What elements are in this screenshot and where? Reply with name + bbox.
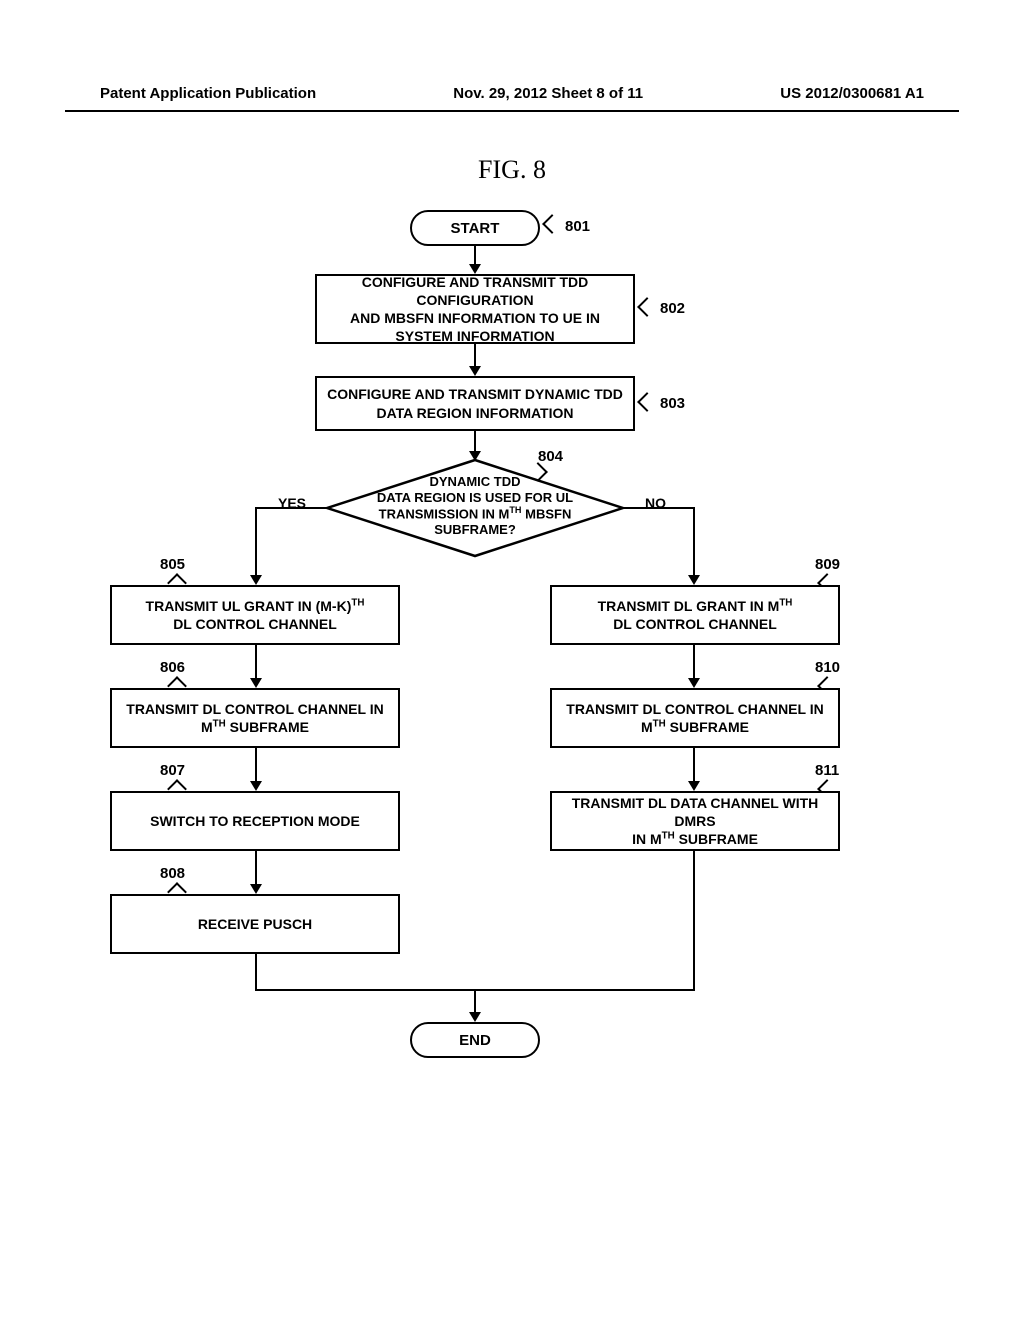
arrow-line [620,507,695,509]
header-separator [65,110,959,112]
ref-810: 810 [815,659,840,676]
arrow-line [255,645,257,680]
step-802: CONFIGURE AND TRANSMIT TDD CONFIGURATION… [315,274,635,344]
header-left: Patent Application Publication [100,85,316,102]
step-806: TRANSMIT DL CONTROL CHANNEL IN MTH SUBFR… [110,688,400,748]
step-802-line3: SYSTEM INFORMATION [395,328,554,344]
ref-803: 803 [660,395,685,412]
arrow-line [693,645,695,680]
arrow-head [250,575,262,585]
step-803-line1: CONFIGURE AND TRANSMIT DYNAMIC TDD [327,386,623,402]
arrow-line [255,954,257,989]
ref-tick-802 [637,297,657,317]
arrow-line [474,246,476,266]
step-808: RECEIVE PUSCH [110,894,400,954]
flowchart-diagram: START 801 CONFIGURE AND TRANSMIT TDD CON… [100,200,900,1170]
arrow-line [255,748,257,783]
ref-809: 809 [815,556,840,573]
step-810: TRANSMIT DL CONTROL CHANNEL IN MTH SUBFR… [550,688,840,748]
arrow-line [255,507,330,509]
step-802-line1: CONFIGURE AND TRANSMIT TDD CONFIGURATION [362,274,589,308]
ref-801: 801 [565,218,590,235]
ref-806: 806 [160,659,185,676]
ref-811: 811 [815,762,839,779]
step-807: SWITCH TO RECEPTION MODE [110,791,400,851]
header-center: Nov. 29, 2012 Sheet 8 of 11 [453,85,643,102]
ref-802: 802 [660,300,685,317]
arrow-head [469,366,481,376]
ref-tick-803 [637,392,657,412]
arrow-line [255,851,257,886]
figure-title: FIG. 8 [478,155,546,185]
arrow-line [693,748,695,783]
step-802-line2: AND MBSFN INFORMATION TO UE IN [350,310,600,326]
ref-804: 804 [538,448,563,465]
ref-807: 807 [160,762,185,779]
arrow-head [688,575,700,585]
header-right: US 2012/0300681 A1 [780,85,924,102]
step-805: TRANSMIT UL GRANT IN (M-K)TH DL CONTROL … [110,585,400,645]
arrow-head [688,781,700,791]
start-terminal: START [410,210,540,246]
ref-805: 805 [160,556,185,573]
end-terminal: END [410,1022,540,1058]
start-label: START [451,220,500,237]
arrow-head [688,678,700,688]
page-header: Patent Application Publication Nov. 29, … [0,85,1024,102]
end-label: END [459,1032,491,1049]
step-803-line2: DATA REGION INFORMATION [376,405,573,421]
arrow-line [474,431,476,453]
arrow-line [693,507,695,577]
arrow-head [250,884,262,894]
step-803: CONFIGURE AND TRANSMIT DYNAMIC TDD DATA … [315,376,635,431]
decision-text: DYNAMIC TDD DATA REGION IS USED FOR UL T… [375,474,575,538]
step-811: TRANSMIT DL DATA CHANNEL WITH DMRS IN MT… [550,791,840,851]
step-809: TRANSMIT DL GRANT IN MTH DL CONTROL CHAN… [550,585,840,645]
arrow-head [250,781,262,791]
arrow-line [255,507,257,577]
ref-808: 808 [160,865,185,882]
arrow-line [693,851,695,989]
arrow-head [469,1012,481,1022]
arrow-line [474,989,476,1014]
arrow-head [250,678,262,688]
ref-tick-801 [542,214,562,234]
arrow-line [474,344,476,368]
